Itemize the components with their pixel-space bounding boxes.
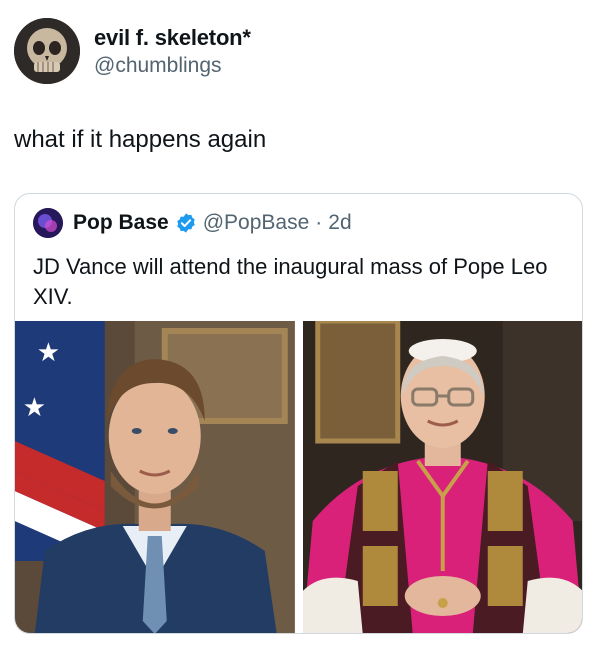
svg-text:★: ★ <box>23 392 46 422</box>
skull-avatar-icon <box>14 18 80 84</box>
quoted-timestamp[interactable]: 2d <box>328 209 351 237</box>
quoted-tweet-text: JD Vance will attend the inaugural mass … <box>33 254 548 309</box>
tweet-text: what if it happens again <box>14 126 267 153</box>
quoted-tweet-header: Pop Base @PopBase · 2d <box>33 208 352 238</box>
verified-badge-icon <box>175 212 197 234</box>
popbase-logo-icon <box>33 208 63 238</box>
author-avatar[interactable] <box>14 18 80 84</box>
author-display-name[interactable]: evil f. skeleton* <box>94 24 251 52</box>
photo-jd-vance[interactable]: ★ ★ <box>15 321 295 633</box>
separator-dot: · <box>315 211 323 234</box>
author-info: evil f. skeleton* @chumblings <box>94 24 251 80</box>
portrait-photo-icon: ★ ★ <box>15 321 295 633</box>
photo-pope-leo[interactable] <box>302 321 582 633</box>
popbase-avatar[interactable] <box>33 208 63 238</box>
quoted-handle[interactable]: @PopBase <box>203 209 310 237</box>
svg-text:★: ★ <box>37 337 60 367</box>
quoted-tweet-card[interactable]: Pop Base @PopBase · 2d JD Vance will att… <box>14 193 583 634</box>
portrait-photo-icon <box>302 321 582 633</box>
media-grid: ★ ★ <box>15 321 582 633</box>
quoted-display-name[interactable]: Pop Base <box>73 209 169 237</box>
author-handle[interactable]: @chumblings <box>94 52 251 80</box>
